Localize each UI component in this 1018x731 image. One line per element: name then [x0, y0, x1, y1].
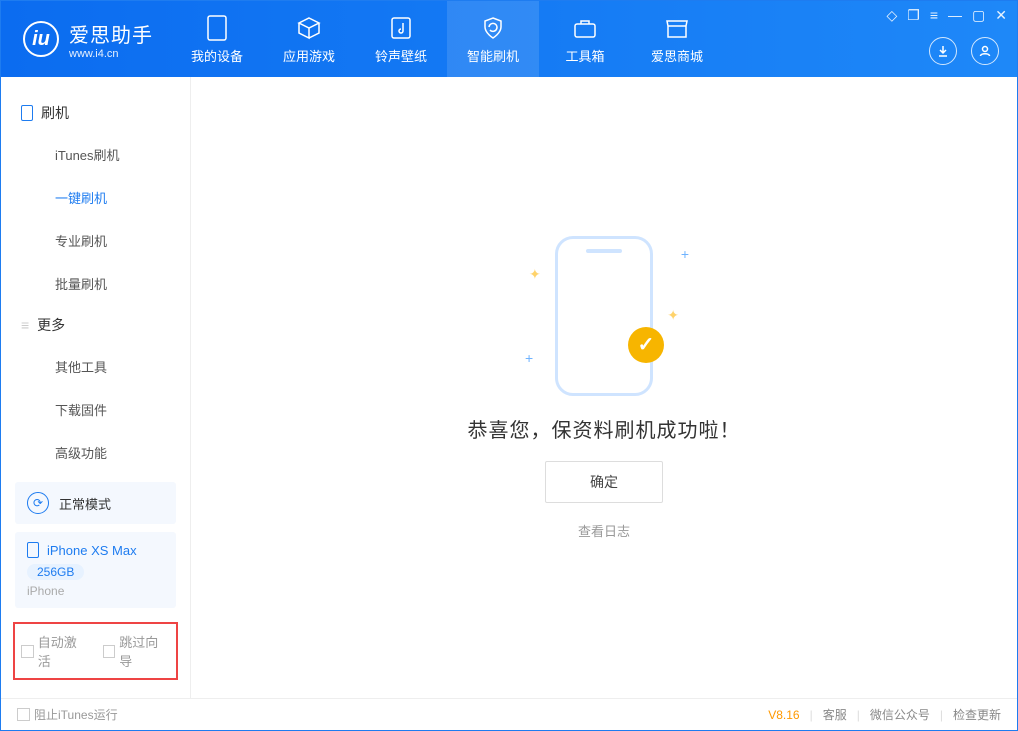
- device-info-card[interactable]: iPhone XS Max 256GB iPhone: [15, 532, 176, 608]
- header-actions: [929, 37, 999, 65]
- mode-label: 正常模式: [59, 494, 111, 513]
- status-link-support[interactable]: 客服: [823, 706, 847, 723]
- group-title: 刷机: [41, 103, 69, 123]
- sparkle-icon: +: [681, 246, 689, 262]
- ok-button[interactable]: 确定: [545, 461, 663, 503]
- sparkle-icon: ✦: [667, 307, 679, 324]
- checkbox-label: 跳过向导: [119, 632, 170, 670]
- sidebar-group-flash: 刷机: [1, 93, 190, 133]
- download-button[interactable]: [929, 37, 957, 65]
- body: 刷机 iTunes刷机 一键刷机 专业刷机 批量刷机 ≡ 更多 其他工具 下载固…: [1, 77, 1017, 698]
- tab-label: 铃声壁纸: [375, 46, 427, 65]
- app-window: iu 爱思助手 www.i4.cn 我的设备 应用游戏 铃声壁纸 智能刷机: [0, 0, 1018, 731]
- checkbox-icon: [17, 708, 30, 721]
- sparkle-icon: +: [525, 350, 533, 366]
- checkbox-label: 自动激活: [38, 632, 89, 670]
- sidebar: 刷机 iTunes刷机 一键刷机 专业刷机 批量刷机 ≡ 更多 其他工具 下载固…: [1, 77, 191, 698]
- checkbox-label: 阻止iTunes运行: [34, 706, 118, 723]
- flash-options-row: 自动激活 跳过向导: [13, 622, 178, 680]
- phone-icon: [27, 542, 39, 558]
- sidebar-item-pro-flash[interactable]: 专业刷机: [1, 219, 190, 262]
- sidebar-item-download-firmware[interactable]: 下载固件: [1, 388, 190, 431]
- tab-label: 智能刷机: [467, 46, 519, 65]
- success-illustration: ✓ ✦ + + ✦: [555, 236, 653, 396]
- main-content: ✓ ✦ + + ✦ 恭喜您，保资料刷机成功啦！ 确定 查看日志: [191, 77, 1017, 698]
- cube-icon: [295, 14, 323, 42]
- group-title: 更多: [37, 315, 65, 335]
- minimize-button[interactable]: —: [948, 7, 962, 24]
- tab-label: 应用游戏: [283, 46, 335, 65]
- tab-toolbox[interactable]: 工具箱: [539, 1, 631, 77]
- device-capacity-badge: 256GB: [27, 564, 84, 580]
- success-message: 恭喜您，保资料刷机成功啦！: [468, 414, 741, 443]
- tab-label: 我的设备: [191, 46, 243, 65]
- phone-outline-icon: ✓: [555, 236, 653, 396]
- phone-icon: [21, 105, 33, 121]
- app-title: 爱思助手 www.i4.cn: [69, 19, 153, 60]
- close-button[interactable]: ✕: [995, 7, 1007, 24]
- tab-store[interactable]: 爱思商城: [631, 1, 723, 77]
- status-link-wechat[interactable]: 微信公众号: [870, 706, 930, 723]
- tab-smart-flash[interactable]: 智能刷机: [447, 1, 539, 77]
- status-link-check-update[interactable]: 检查更新: [953, 706, 1001, 723]
- tab-my-device[interactable]: 我的设备: [171, 1, 263, 77]
- maximize-button[interactable]: ▢: [972, 7, 985, 24]
- shield-refresh-icon: [479, 14, 507, 42]
- feedback-icon[interactable]: ❐: [907, 7, 920, 24]
- device-type: iPhone: [27, 584, 164, 598]
- toolbox-icon: [571, 14, 599, 42]
- app-name-en: www.i4.cn: [69, 48, 153, 60]
- checkmark-badge-icon: ✓: [628, 327, 664, 363]
- device-mode-card[interactable]: ⟳ 正常模式: [15, 482, 176, 524]
- skin-icon[interactable]: ◇: [887, 7, 898, 24]
- top-nav-tabs: 我的设备 应用游戏 铃声壁纸 智能刷机 工具箱 爱思商城: [171, 1, 723, 77]
- logo-area: iu 爱思助手 www.i4.cn: [1, 1, 171, 77]
- checkbox-icon: [21, 645, 34, 658]
- sidebar-item-one-click-flash[interactable]: 一键刷机: [1, 176, 190, 219]
- tab-label: 爱思商城: [651, 46, 703, 65]
- device-icon: [203, 14, 231, 42]
- checkbox-block-itunes[interactable]: 阻止iTunes运行: [17, 706, 118, 723]
- window-controls: ◇ ❐ ≡ — ▢ ✕: [887, 7, 1007, 24]
- user-button[interactable]: [971, 37, 999, 65]
- device-name: iPhone XS Max: [47, 543, 137, 558]
- view-log-link[interactable]: 查看日志: [578, 521, 630, 540]
- sidebar-item-other-tools[interactable]: 其他工具: [1, 345, 190, 388]
- status-bar: 阻止iTunes运行 V8.16 | 客服 | 微信公众号 | 检查更新: [1, 698, 1017, 730]
- store-icon: [663, 14, 691, 42]
- app-name-cn: 爱思助手: [69, 19, 153, 48]
- tab-ringtones-wallpapers[interactable]: 铃声壁纸: [355, 1, 447, 77]
- mode-icon: ⟳: [27, 492, 49, 514]
- sidebar-item-batch-flash[interactable]: 批量刷机: [1, 262, 190, 305]
- menu-icon[interactable]: ≡: [930, 7, 938, 24]
- sparkle-icon: ✦: [529, 266, 541, 283]
- tab-label: 工具箱: [565, 46, 604, 65]
- title-bar: iu 爱思助手 www.i4.cn 我的设备 应用游戏 铃声壁纸 智能刷机: [1, 1, 1017, 77]
- tab-apps-games[interactable]: 应用游戏: [263, 1, 355, 77]
- list-icon: ≡: [21, 317, 29, 333]
- checkbox-icon: [103, 645, 116, 658]
- version-label: V8.16: [768, 708, 799, 722]
- sidebar-item-itunes-flash[interactable]: iTunes刷机: [1, 133, 190, 176]
- sidebar-group-more: ≡ 更多: [1, 305, 190, 345]
- app-logo-icon: iu: [23, 21, 59, 57]
- music-note-icon: [387, 14, 415, 42]
- checkbox-skip-guide[interactable]: 跳过向导: [103, 632, 171, 670]
- checkbox-auto-activate[interactable]: 自动激活: [21, 632, 89, 670]
- sidebar-item-advanced[interactable]: 高级功能: [1, 431, 190, 474]
